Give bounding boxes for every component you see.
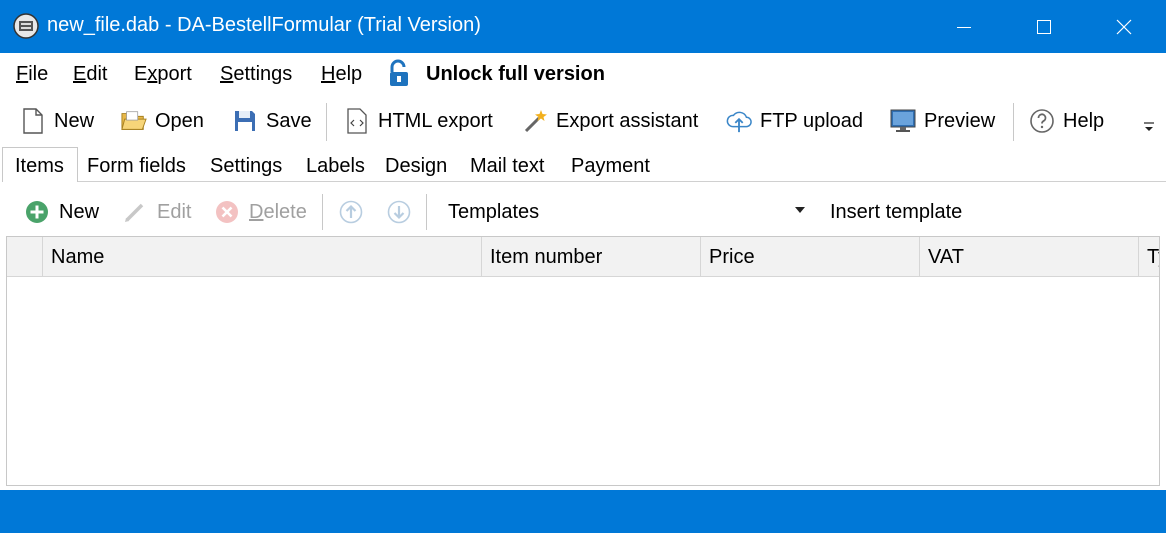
toolbar-overflow-button[interactable]: [1142, 119, 1156, 135]
ftp-upload-button[interactable]: FTP upload: [726, 105, 863, 137]
html-file-icon: [344, 108, 370, 134]
templates-dropdown[interactable]: Templates: [438, 196, 812, 228]
column-header-name[interactable]: Name: [42, 237, 481, 277]
new-document-icon: [20, 108, 46, 134]
menu-bar: File Edit Export Settings Help Unlock fu…: [0, 53, 1166, 97]
arrow-up-circle-icon: [339, 200, 363, 224]
panel-separator: [322, 194, 323, 230]
minimize-button[interactable]: [935, 0, 993, 53]
pencil-icon: [123, 200, 147, 224]
ftp-upload-label: FTP upload: [760, 109, 864, 132]
title-bar: new_file.dab - DA-BestellFormular (Trial…: [0, 0, 1166, 53]
move-up-button[interactable]: [339, 196, 363, 228]
tab-labels[interactable]: Labels: [306, 155, 365, 178]
menu-settings[interactable]: Settings: [220, 63, 292, 86]
open-folder-icon: [121, 108, 147, 134]
menu-edit[interactable]: Edit: [73, 63, 107, 86]
row-selector-header: [7, 237, 42, 277]
status-bar: [0, 490, 1166, 533]
tab-strip: Items Form fields Settings Labels Design…: [0, 145, 1166, 183]
templates-label: Templates: [448, 200, 540, 223]
html-export-label: HTML export: [378, 109, 493, 132]
open-lock-icon: [386, 59, 414, 89]
save-button[interactable]: Save: [232, 105, 312, 137]
preview-label: Preview: [924, 109, 996, 132]
delete-item-button[interactable]: Delete: [215, 196, 307, 228]
close-button[interactable]: [1095, 0, 1153, 53]
edit-item-label: Edit: [157, 200, 192, 223]
open-label: Open: [155, 109, 204, 132]
column-header-item-number[interactable]: Item number: [481, 237, 700, 277]
help-question-icon: [1029, 108, 1055, 134]
cloud-upload-icon: [726, 108, 752, 134]
help-button[interactable]: Help: [1029, 105, 1104, 137]
delete-circle-icon: [215, 200, 239, 224]
delete-item-label: Delete: [249, 200, 307, 223]
new-item-label: New: [59, 200, 100, 223]
column-header-type[interactable]: Ty: [1138, 237, 1159, 277]
new-button[interactable]: New: [20, 105, 94, 137]
export-assistant-button[interactable]: Export assistant: [522, 105, 698, 137]
menu-help[interactable]: Help: [321, 63, 362, 86]
panel-separator: [426, 194, 427, 230]
preview-button[interactable]: Preview: [890, 105, 995, 137]
tab-settings[interactable]: Settings: [210, 155, 282, 178]
unlock-full-version[interactable]: Unlock full version: [386, 59, 605, 89]
save-label: Save: [266, 109, 312, 132]
column-header-vat[interactable]: VAT: [919, 237, 1138, 277]
tab-payment[interactable]: Payment: [571, 155, 650, 178]
new-label: New: [54, 109, 95, 132]
app-icon[interactable]: [12, 12, 40, 40]
client-area: File Edit Export Settings Help Unlock fu…: [0, 53, 1166, 490]
maximize-button[interactable]: [1015, 0, 1073, 53]
menu-file[interactable]: File: [16, 63, 48, 86]
tab-items[interactable]: Items: [15, 155, 64, 178]
dropdown-caret-icon: [794, 206, 806, 214]
grid-header: Name Item number Price VAT Ty: [7, 237, 1159, 277]
tab-mail-text[interactable]: Mail text: [470, 155, 544, 178]
export-assistant-label: Export assistant: [556, 109, 699, 132]
insert-template-button[interactable]: Insert template: [820, 196, 962, 228]
html-export-button[interactable]: HTML export: [344, 105, 493, 137]
add-circle-icon: [25, 200, 49, 224]
insert-template-label: Insert template: [830, 200, 963, 223]
save-disk-icon: [232, 108, 258, 134]
tab-form-fields[interactable]: Form fields: [87, 155, 186, 178]
open-button[interactable]: Open: [121, 105, 204, 137]
arrow-down-circle-icon: [387, 200, 411, 224]
tab-design[interactable]: Design: [385, 155, 447, 178]
items-panel: New Edit Delete Templates Insert templat…: [0, 182, 1166, 490]
main-toolbar: New Open Save HTML export Export assista…: [0, 97, 1166, 145]
window-title: new_file.dab - DA-BestellFormular (Trial…: [47, 14, 481, 36]
edit-item-button[interactable]: Edit: [123, 196, 191, 228]
monitor-icon: [890, 108, 916, 134]
chevron-down-icon: [1142, 121, 1156, 133]
help-label: Help: [1063, 109, 1105, 132]
items-grid[interactable]: Name Item number Price VAT Ty: [6, 236, 1160, 486]
toolbar-separator: [326, 103, 327, 141]
unlock-label: Unlock full version: [426, 62, 605, 85]
magic-wand-icon: [522, 108, 548, 134]
move-down-button[interactable]: [387, 196, 411, 228]
menu-export[interactable]: Export: [134, 63, 192, 86]
toolbar-separator: [1013, 103, 1014, 141]
column-header-price[interactable]: Price: [700, 237, 919, 277]
new-item-button[interactable]: New: [25, 196, 99, 228]
